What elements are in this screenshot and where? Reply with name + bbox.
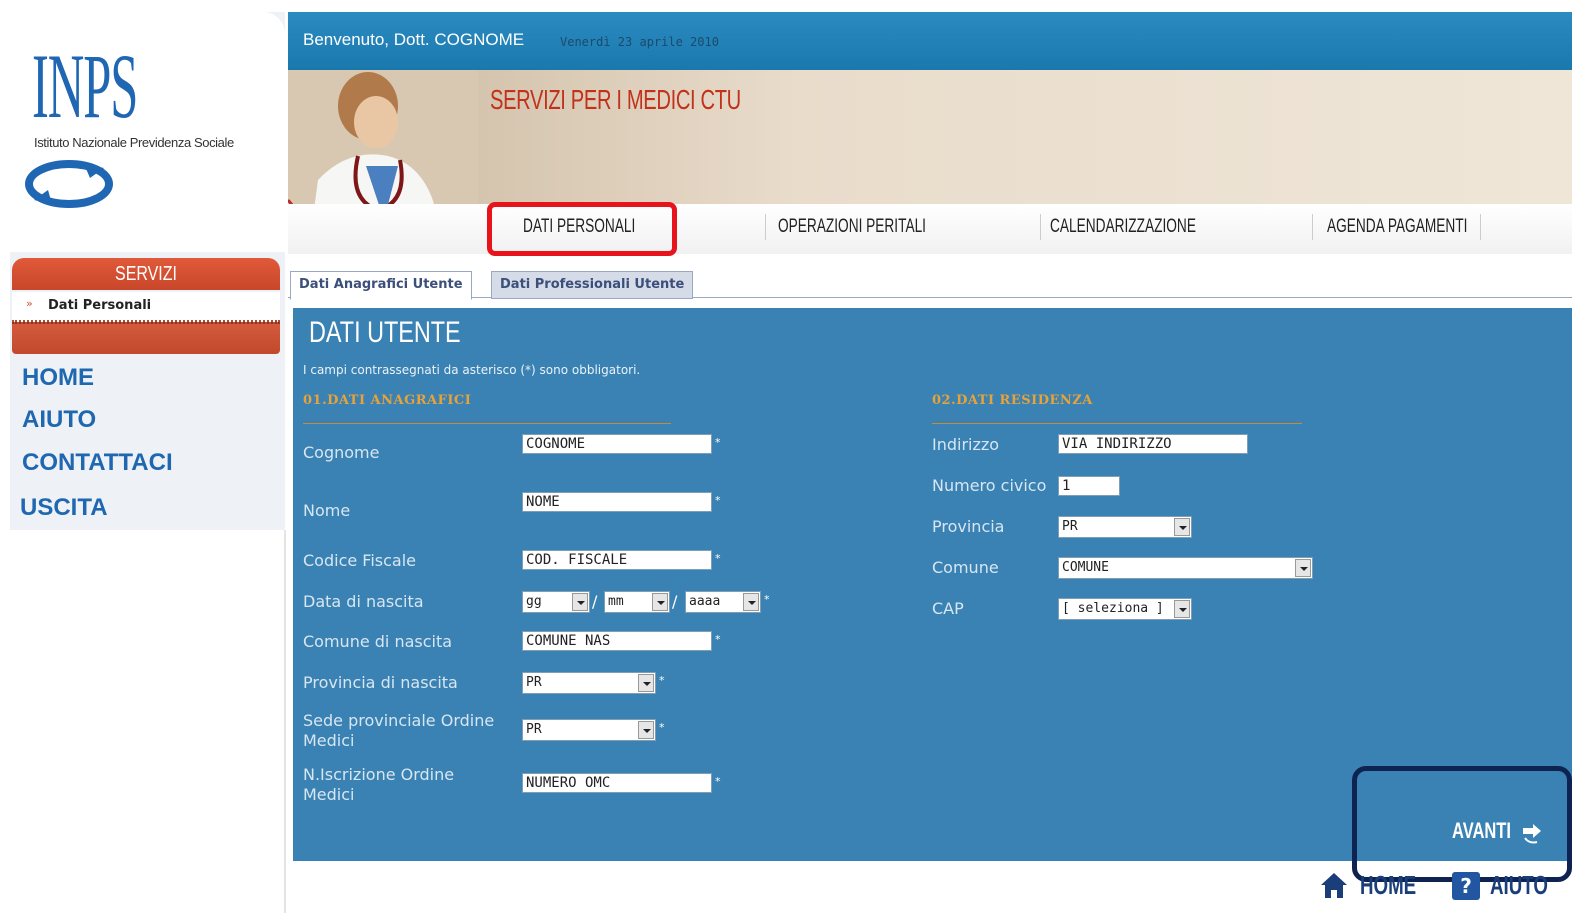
tab-operazioni-peritali[interactable]: OPERAZIONI PERITALI (778, 216, 926, 238)
next-arrow-icon[interactable] (1519, 820, 1545, 846)
subtab-baseline (288, 297, 1572, 298)
section-dati-anagrafici: 01.DATI ANAGRAFICI (303, 393, 472, 408)
date-slash: / (672, 592, 678, 611)
data-nascita-label: Data di nascita (303, 592, 424, 611)
page-title: SERVIZI PER I MEDICI CTU (490, 84, 741, 115)
tab-separator (1312, 214, 1313, 240)
sede-ordine-select[interactable]: PR (522, 719, 656, 741)
numero-civico-label: Numero civico (932, 476, 1047, 495)
tab-calendarizzazione[interactable]: CALENDARIZZAZIONE (1050, 216, 1196, 238)
inps-swoosh-icon (25, 160, 113, 208)
logo-subtitle: Istituto Nazionale Previdenza Sociale (34, 135, 234, 150)
tab-agenda-pagamenti[interactable]: AGENDA PAGAMENTI (1327, 216, 1467, 238)
section-divider (932, 423, 1302, 424)
cap-select[interactable]: [ seleziona ] (1058, 598, 1192, 620)
chevron-down-icon[interactable] (652, 593, 668, 611)
chevron-down-icon[interactable] (743, 593, 759, 611)
comune-value: COMUNE (1062, 560, 1109, 575)
year-select[interactable]: aaaa (685, 591, 761, 613)
chevron-down-icon[interactable] (1295, 559, 1311, 577)
required-mark: * (715, 633, 721, 646)
sede-ordine-value: PR (526, 722, 542, 737)
indirizzo-label: Indirizzo (932, 435, 1000, 454)
divider (284, 530, 286, 913)
comune-label: Comune (932, 558, 999, 577)
sidebar-link-uscita[interactable]: USCITA (20, 494, 108, 522)
banner (288, 70, 1572, 204)
sidebar-link-home[interactable]: HOME (22, 364, 94, 392)
comune-select[interactable]: COMUNE (1058, 557, 1313, 579)
tab-separator (1480, 214, 1481, 240)
tab-separator (1040, 214, 1041, 240)
indirizzo-field[interactable]: VIA INDIRIZZO (1058, 434, 1248, 454)
footer-help-link[interactable]: AIUTO (1490, 870, 1548, 901)
chevron-right-icon: » (26, 297, 33, 310)
chevron-down-icon[interactable] (1174, 600, 1190, 618)
provincia-nascita-select[interactable]: PR (522, 672, 656, 694)
date-slash: / (592, 592, 598, 611)
servizi-title: SERVIZI (115, 263, 177, 285)
required-mark: * (715, 552, 721, 565)
year-select-value: aaaa (689, 594, 721, 609)
nome-field[interactable]: NOME (522, 492, 712, 512)
provincia-value: PR (1062, 519, 1078, 534)
required-mark: * (715, 775, 721, 788)
help-icon[interactable]: ? (1452, 872, 1480, 900)
sidebar-link-contattaci[interactable]: CONTATTACI (22, 449, 173, 477)
required-mark: * (715, 436, 721, 449)
home-icon[interactable] (1319, 870, 1349, 900)
chevron-down-icon[interactable] (572, 593, 588, 611)
required-note: I campi contrassegnati da asterisco (*) … (303, 363, 641, 377)
day-select-value: gg (526, 594, 542, 609)
numero-civico-field[interactable]: 1 (1058, 476, 1120, 496)
cap-label: CAP (932, 599, 964, 618)
servizi-footer (12, 322, 280, 354)
provincia-nascita-value: PR (526, 675, 542, 690)
codice-fiscale-field[interactable]: COD. FISCALE (522, 550, 712, 570)
required-mark: * (659, 721, 665, 734)
tab-highlight-frame (487, 202, 677, 256)
form-title: DATI UTENTE (309, 316, 461, 349)
sede-ordine-label: Sede provinciale Ordine Medici (303, 711, 495, 750)
day-select[interactable]: gg (522, 591, 590, 613)
welcome-text: Benvenuto, Dott. COGNOME (303, 30, 525, 49)
sidebar-item-label[interactable]: Dati Personali (48, 298, 151, 313)
required-mark: * (659, 674, 665, 687)
subtab-dati-anagrafici[interactable]: Dati Anagrafici Utente (290, 271, 472, 300)
required-mark: * (715, 494, 721, 507)
provincia-label: Provincia (932, 517, 1005, 536)
month-select[interactable]: mm (604, 591, 670, 613)
comune-nascita-field[interactable]: COMUNE NAS (522, 631, 712, 651)
cognome-label: Cognome (303, 443, 380, 462)
current-date: Venerdì 23 aprile 2010 (560, 35, 719, 49)
tab-separator (765, 214, 766, 240)
chevron-down-icon[interactable] (638, 674, 654, 692)
sidebar-link-aiuto[interactable]: AIUTO (22, 406, 96, 434)
nome-label: Nome (303, 501, 351, 520)
chevron-down-icon[interactable] (1174, 518, 1190, 536)
provincia-select[interactable]: PR (1058, 516, 1192, 538)
provincia-nascita-label: Provincia di nascita (303, 673, 458, 692)
inps-logo[interactable]: INPS (32, 40, 138, 132)
month-select-value: mm (608, 594, 624, 609)
cap-value: [ seleziona ] (1062, 601, 1164, 616)
section-dati-residenza: 02.DATI RESIDENZA (932, 393, 1093, 408)
cognome-field[interactable]: COGNOME (522, 434, 712, 454)
required-mark: * (764, 593, 770, 606)
avanti-button[interactable]: AVANTI (1452, 818, 1511, 844)
iscrizione-ordine-field[interactable]: NUMERO OMC (522, 773, 712, 793)
section-divider (303, 423, 671, 424)
codice-fiscale-label: Codice Fiscale (303, 551, 416, 570)
footer-home-link[interactable]: HOME (1360, 870, 1416, 901)
chevron-down-icon[interactable] (638, 721, 654, 739)
subtab-dati-professionali[interactable]: Dati Professionali Utente (491, 271, 694, 299)
iscrizione-ordine-label: N.Iscrizione Ordine Medici (303, 765, 455, 804)
comune-nascita-label: Comune di nascita (303, 632, 453, 651)
